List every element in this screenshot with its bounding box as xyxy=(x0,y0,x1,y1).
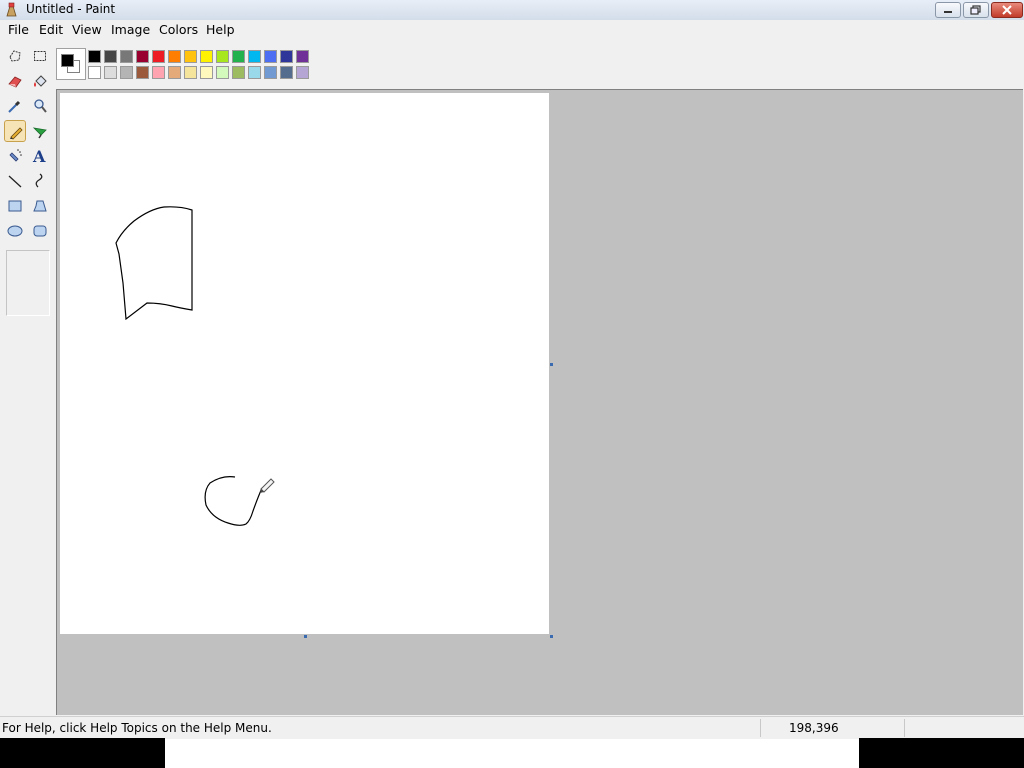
palette-swatch[interactable] xyxy=(136,66,149,79)
menu-file[interactable]: File xyxy=(8,22,29,37)
palette-swatch[interactable] xyxy=(232,66,245,79)
bucket-icon xyxy=(34,75,47,87)
tool-airbrush[interactable] xyxy=(4,145,26,167)
paint-window: Untitled - Paint File Edit View Image Co… xyxy=(0,0,1024,739)
status-bar: For Help, click Help Topics on the Help … xyxy=(0,716,1024,739)
tool-free-form-select[interactable] xyxy=(4,45,26,67)
palette-swatch[interactable] xyxy=(152,50,165,63)
palette-swatch[interactable] xyxy=(120,50,133,63)
tool-text[interactable]: A xyxy=(29,145,51,167)
palette-swatch[interactable] xyxy=(104,50,117,63)
tool-pencil[interactable] xyxy=(4,120,26,142)
palette-swatch[interactable] xyxy=(280,66,293,79)
desktop-strip-right xyxy=(859,738,1024,768)
menu-edit[interactable]: Edit xyxy=(39,22,63,37)
eyedropper-icon xyxy=(8,100,21,113)
palette-swatch[interactable] xyxy=(264,50,277,63)
title-bar[interactable]: Untitled - Paint xyxy=(0,0,1024,21)
tool-brush[interactable] xyxy=(29,120,51,142)
close-icon xyxy=(1002,5,1012,15)
menu-image[interactable]: Image xyxy=(111,22,150,37)
tool-fill-with-color[interactable] xyxy=(29,70,51,92)
palette-swatch[interactable] xyxy=(168,66,181,79)
drawn-stroke-shape xyxy=(115,206,193,321)
palette-swatch[interactable] xyxy=(104,66,117,79)
drawing-canvas[interactable] xyxy=(60,93,549,634)
foreground-color-swatch[interactable] xyxy=(61,54,74,67)
magnifier-icon xyxy=(34,99,47,113)
tool-rounded-rectangle[interactable] xyxy=(29,220,51,242)
palette-swatch[interactable] xyxy=(248,50,261,63)
menu-help[interactable]: Help xyxy=(206,22,235,37)
desktop-strip-left xyxy=(0,738,165,768)
rounded-rect-icon xyxy=(33,225,47,237)
restore-button[interactable] xyxy=(963,2,989,18)
rectangle-icon xyxy=(8,200,22,212)
palette-swatch[interactable] xyxy=(168,50,181,63)
palette-swatch[interactable] xyxy=(216,50,229,63)
menu-colors[interactable]: Colors xyxy=(159,22,198,37)
minimize-button[interactable] xyxy=(935,2,961,18)
drawn-stroke-curve xyxy=(204,476,263,526)
ellipse-icon xyxy=(7,225,23,237)
palette-swatch[interactable] xyxy=(88,50,101,63)
tool-select[interactable] xyxy=(29,45,51,67)
status-coordinates: 198,396 xyxy=(789,721,839,735)
palette-swatch[interactable] xyxy=(200,50,213,63)
palette-swatch[interactable] xyxy=(232,50,245,63)
palette-swatch[interactable] xyxy=(296,50,309,63)
palette-swatch[interactable] xyxy=(136,50,149,63)
canvas-resize-handle-bottom[interactable] xyxy=(304,635,307,638)
palette-swatch[interactable] xyxy=(184,50,197,63)
palette-swatch[interactable] xyxy=(216,66,229,79)
tool-line[interactable] xyxy=(4,170,26,192)
canvas-drawing xyxy=(115,206,263,526)
palette-swatch[interactable] xyxy=(152,66,165,79)
current-colors[interactable] xyxy=(56,48,86,80)
canvas-resize-handle-right[interactable] xyxy=(550,363,553,366)
tool-ellipse[interactable] xyxy=(4,220,26,242)
eraser-icon xyxy=(8,76,22,88)
palette-swatch[interactable] xyxy=(184,66,197,79)
close-button[interactable] xyxy=(991,2,1023,18)
brush-icon xyxy=(32,127,47,139)
curve-icon xyxy=(35,173,43,188)
svg-text:A: A xyxy=(32,148,46,164)
menu-bar: File Edit View Image Colors Help xyxy=(0,20,1024,40)
window-title: Untitled - Paint xyxy=(26,2,116,16)
tool-magnifier[interactable] xyxy=(29,95,51,117)
tool-box: A xyxy=(0,44,54,714)
restore-icon xyxy=(970,5,981,15)
pencil-icon xyxy=(10,127,23,140)
minimize-icon xyxy=(944,11,952,13)
status-help-text: For Help, click Help Topics on the Help … xyxy=(2,721,272,735)
canvas-resize-handle-corner[interactable] xyxy=(550,635,553,638)
menu-view[interactable]: View xyxy=(72,22,102,37)
palette-swatch[interactable] xyxy=(248,66,261,79)
tool-pick-color[interactable] xyxy=(4,95,26,117)
tool-polygon[interactable] xyxy=(29,195,51,217)
pencil-cursor-icon xyxy=(260,478,275,493)
palette-swatch[interactable] xyxy=(120,66,133,79)
status-separator xyxy=(760,719,761,737)
palette-swatch[interactable] xyxy=(264,66,277,79)
color-palette xyxy=(56,48,316,82)
palette-swatch[interactable] xyxy=(200,66,213,79)
work-area[interactable] xyxy=(56,89,1023,715)
text-icon: A xyxy=(32,148,46,164)
status-separator xyxy=(904,719,905,737)
tool-options-box[interactable] xyxy=(6,250,50,316)
palette-swatch[interactable] xyxy=(88,66,101,79)
tool-rectangle[interactable] xyxy=(4,195,26,217)
tool-curve[interactable] xyxy=(29,170,51,192)
palette-swatch[interactable] xyxy=(280,50,293,63)
palette-swatch[interactable] xyxy=(296,66,309,79)
paint-icon xyxy=(4,2,20,18)
polygon-icon xyxy=(33,200,47,212)
tool-eraser[interactable] xyxy=(4,70,26,92)
free-select-icon xyxy=(9,50,21,62)
airbrush-icon xyxy=(9,149,22,162)
line-icon xyxy=(8,175,22,188)
rect-select-icon xyxy=(34,51,46,61)
